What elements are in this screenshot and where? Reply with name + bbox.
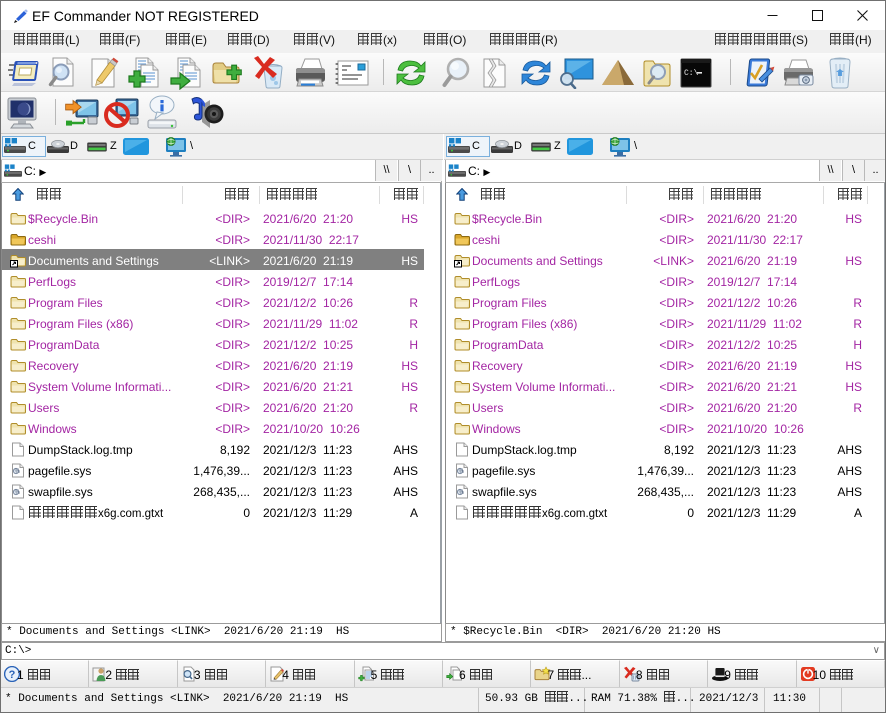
svg-text:?: ? (9, 669, 16, 681)
svg-text:C:\: C:\ (684, 69, 699, 78)
